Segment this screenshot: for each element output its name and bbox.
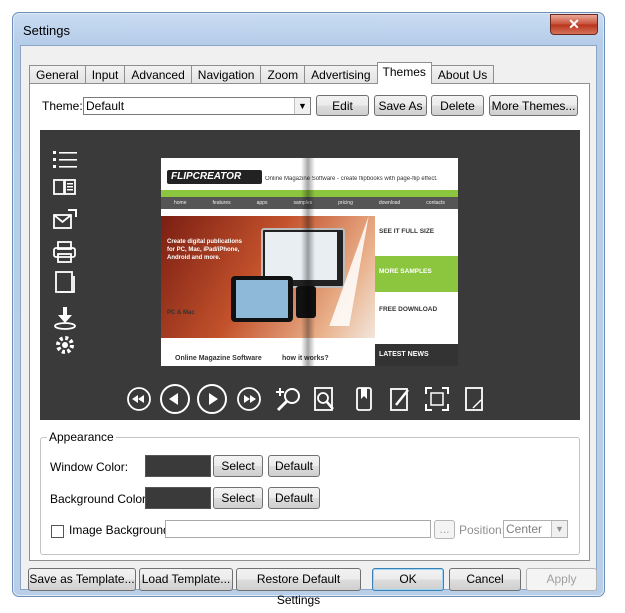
- pc-mac-label: PC & Mac: [167, 310, 195, 316]
- previous-page-icon: [160, 384, 190, 414]
- window-color-swatch[interactable]: [145, 455, 211, 477]
- restore-defaults-button[interactable]: Restore Default Settings: [236, 568, 361, 607]
- settings-gear-icon: [56, 336, 74, 354]
- image-background-checkbox[interactable]: [51, 525, 64, 538]
- load-template-button[interactable]: Load Template...: [139, 568, 233, 591]
- themes-panel: Theme: Default ▼ Edit Save As Delete Mor…: [29, 83, 590, 561]
- site-tagline: Online Magazine Software - create flipbo…: [265, 176, 438, 182]
- download-icon: [54, 307, 76, 330]
- sample-book-page: FLIPCREATOR Online Magazine Software - c…: [161, 158, 458, 366]
- tab-navigation[interactable]: Navigation: [190, 65, 262, 85]
- settings-window: Settings ✕ General Input Advanced Naviga…: [12, 12, 605, 607]
- tab-general[interactable]: General: [29, 65, 86, 85]
- appearance-group: Appearance Window Color: Select Default …: [40, 430, 580, 555]
- tab-themes[interactable]: Themes: [376, 62, 432, 84]
- last-page-icon: [237, 387, 261, 411]
- latest-news: LATEST NEWS: [379, 351, 429, 358]
- page-spine: [301, 158, 315, 366]
- save-as-template-button[interactable]: Save as Template...: [28, 568, 136, 591]
- hero-text: Create digital publications for PC, Mac,…: [167, 239, 243, 261]
- dropdown-arrow-icon[interactable]: ▼: [551, 521, 567, 537]
- site-nav-item: features: [212, 200, 231, 206]
- close-button[interactable]: ✕: [550, 14, 598, 35]
- flipcreator-logo: FLIPCREATOR: [167, 170, 262, 184]
- tab-about-us[interactable]: About Us: [430, 65, 495, 85]
- tab-advertising[interactable]: Advertising: [304, 65, 378, 85]
- background-color-label: Background Color:: [50, 492, 150, 506]
- single-page-mode-icon: [465, 387, 483, 411]
- apply-button[interactable]: Apply: [526, 568, 597, 591]
- bottom-heading-1: Online Magazine Software: [175, 355, 262, 362]
- position-select[interactable]: Center ▼: [503, 520, 568, 538]
- edit-button[interactable]: Edit: [316, 95, 369, 116]
- theme-preview: FLIPCREATOR Online Magazine Software - c…: [40, 130, 580, 420]
- site-nav-item: apps: [256, 200, 268, 206]
- window-title: Settings: [23, 23, 70, 38]
- background-color-select-button[interactable]: Select: [213, 487, 263, 509]
- window-color-label: Window Color:: [50, 460, 129, 474]
- search-icon: [314, 387, 334, 411]
- theme-select[interactable]: Default ▼: [83, 97, 311, 115]
- theme-select-value: Default: [86, 99, 125, 113]
- single-page-icon: [55, 271, 75, 293]
- bookmark-icon: [356, 387, 372, 411]
- table-of-contents-icon: [53, 151, 77, 168]
- save-as-button[interactable]: Save As: [374, 95, 427, 116]
- fullscreen-icon: [425, 387, 449, 411]
- window-color-default-button[interactable]: Default: [268, 455, 320, 477]
- site-nav-item: contacts: [426, 200, 445, 206]
- background-color-swatch[interactable]: [145, 487, 211, 509]
- dropdown-arrow-icon[interactable]: ▼: [294, 98, 310, 114]
- print-icon: [53, 241, 76, 263]
- appearance-title: Appearance: [47, 430, 116, 444]
- more-samples: MORE SAMPLES: [379, 268, 432, 275]
- site-nav-item: pricing: [338, 200, 353, 206]
- theme-label: Theme:: [42, 99, 83, 113]
- notes-icon: [390, 388, 409, 411]
- cancel-button[interactable]: Cancel: [449, 568, 521, 591]
- dialog-client: General Input Advanced Navigation Zoom A…: [20, 45, 597, 607]
- position-label: Position:: [459, 523, 506, 537]
- first-page-icon: [127, 387, 151, 411]
- tab-strip: General Input Advanced Navigation Zoom A…: [29, 62, 495, 85]
- background-color-default-button[interactable]: Default: [268, 487, 320, 509]
- tab-zoom[interactable]: Zoom: [260, 65, 306, 85]
- image-background-path-input[interactable]: [165, 520, 431, 538]
- tab-input[interactable]: Input: [84, 65, 126, 85]
- more-themes-button[interactable]: More Themes...: [489, 95, 578, 116]
- free-download: FREE DOWNLOAD: [379, 306, 438, 313]
- site-nav-item: home: [174, 200, 187, 206]
- browse-button[interactable]: ...: [434, 520, 455, 539]
- tab-advanced[interactable]: Advanced: [124, 65, 192, 85]
- ok-button[interactable]: OK: [372, 568, 444, 591]
- next-page-icon: [197, 384, 227, 414]
- thumbnails-icon: [53, 179, 76, 195]
- position-select-value: Center: [506, 522, 543, 536]
- see-full-size: SEE IT FULL SIZE: [379, 228, 435, 235]
- window-color-select-button[interactable]: Select: [213, 455, 263, 477]
- site-nav-item: download: [378, 200, 401, 206]
- delete-button[interactable]: Delete: [431, 95, 484, 116]
- zoom-in-icon: [276, 388, 300, 412]
- email-share-icon: [53, 209, 77, 229]
- image-background-label: Image Background:: [69, 523, 174, 537]
